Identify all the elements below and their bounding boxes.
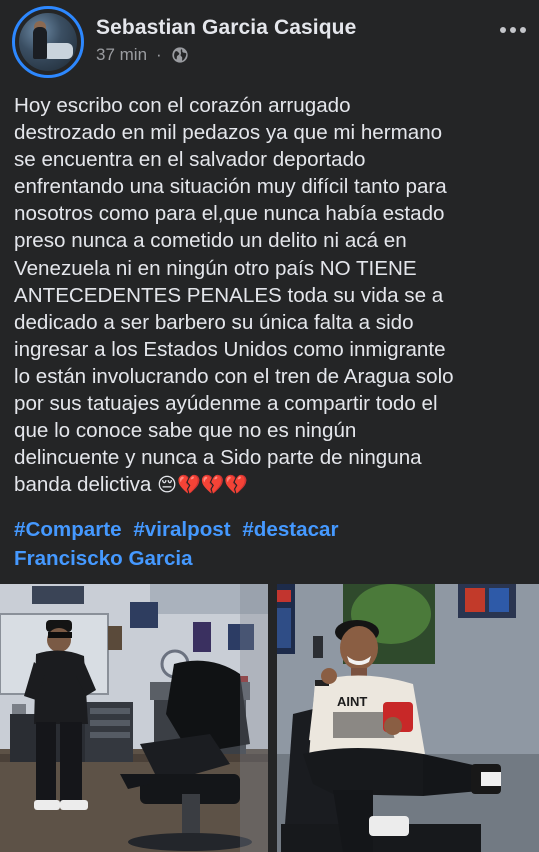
post-body-line: ingresar a los Estados Unidos como inmig… xyxy=(14,337,446,361)
hashtag-link[interactable]: #viralpost xyxy=(133,518,230,541)
post-body-line: Hoy escribo con el corazón arrugado xyxy=(14,94,351,117)
post-body-line: nosotros como para el,que nunca había es… xyxy=(14,202,445,226)
post-body-line: banda delictiva xyxy=(14,473,152,497)
post-body-line: destrozado en mil pedazos ya que mi herm… xyxy=(14,121,443,145)
sad-face-emoji: 😔 xyxy=(157,474,177,497)
post-body-line: preso nunca a cometido un delito ni acá … xyxy=(14,229,407,253)
globe-icon xyxy=(172,47,188,63)
shirt-print-text: AINT xyxy=(337,694,367,709)
more-options-button[interactable] xyxy=(497,20,529,40)
hashtag-link[interactable]: #Comparte xyxy=(14,518,122,541)
post-body: Hoy escribo con el corazón arrugado dest… xyxy=(14,92,526,499)
facebook-post: Sebastian Garcia Casique 37 min · Hoy es… xyxy=(0,0,539,852)
post-body-line: por sus tatuajes ayúdenme a compartir to… xyxy=(14,392,438,416)
post-meta: 37 min · xyxy=(96,45,189,65)
meta-separator: · xyxy=(156,45,162,64)
post-body-line: delincuente y nunca a Sido parte de ning… xyxy=(14,446,422,470)
post-body-last-line: banda delictiva 😔💔💔💔 xyxy=(14,471,526,499)
seated-man-illustration: AINT xyxy=(273,584,539,852)
broken-heart-emoji: 💔 xyxy=(176,474,201,497)
post-body-line: lo están involucrando con el tren de Ara… xyxy=(14,364,454,388)
post-time[interactable]: 37 min xyxy=(96,45,147,65)
post-body-line: que lo conoce sabe que no es ningún xyxy=(14,419,357,443)
post-body-line: enfrentando una situación muy difícil ta… xyxy=(14,175,447,199)
barbershop-scene-illustration xyxy=(0,584,268,852)
photo-grid: AINT xyxy=(0,584,539,852)
author-name[interactable]: Sebastian Garcia Casique xyxy=(96,16,356,40)
post-header: Sebastian Garcia Casique 37 min · xyxy=(0,0,539,80)
avatar[interactable] xyxy=(19,13,77,71)
hashtag-link[interactable]: #destacar xyxy=(242,518,338,541)
post-body-line: se encuentra en el salvador deportado xyxy=(14,148,366,172)
post-body-line: dedicado a ser barbero su única falta a … xyxy=(14,310,414,334)
post-body-line: Venezuela ni en ningún otro país NO TIEN… xyxy=(14,256,417,280)
mentioned-user-link[interactable]: Francisckо Garcia xyxy=(14,547,193,571)
hashtag-row: #Comparte #viralpost #destacar xyxy=(14,518,345,542)
barbershop-photo-1[interactable] xyxy=(0,584,268,852)
more-horizontal-icon xyxy=(500,27,506,33)
barbershop-photo-2[interactable]: AINT xyxy=(273,584,539,852)
broken-heart-emoji: 💔 xyxy=(224,474,248,497)
broken-heart-emoji: 💔 xyxy=(200,474,225,497)
post-body-line: ANTECEDENTES PENALES toda su vida se a xyxy=(14,283,444,307)
profile-avatar-ring[interactable] xyxy=(12,6,84,78)
